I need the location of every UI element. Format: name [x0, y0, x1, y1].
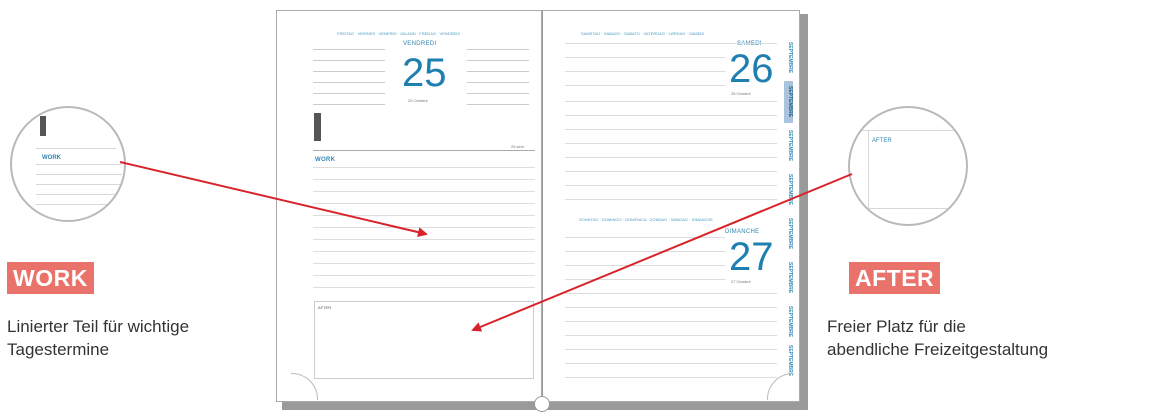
pointer-arrows	[119, 161, 853, 332]
after-arrow	[471, 173, 853, 332]
work-arrow	[119, 161, 428, 238]
